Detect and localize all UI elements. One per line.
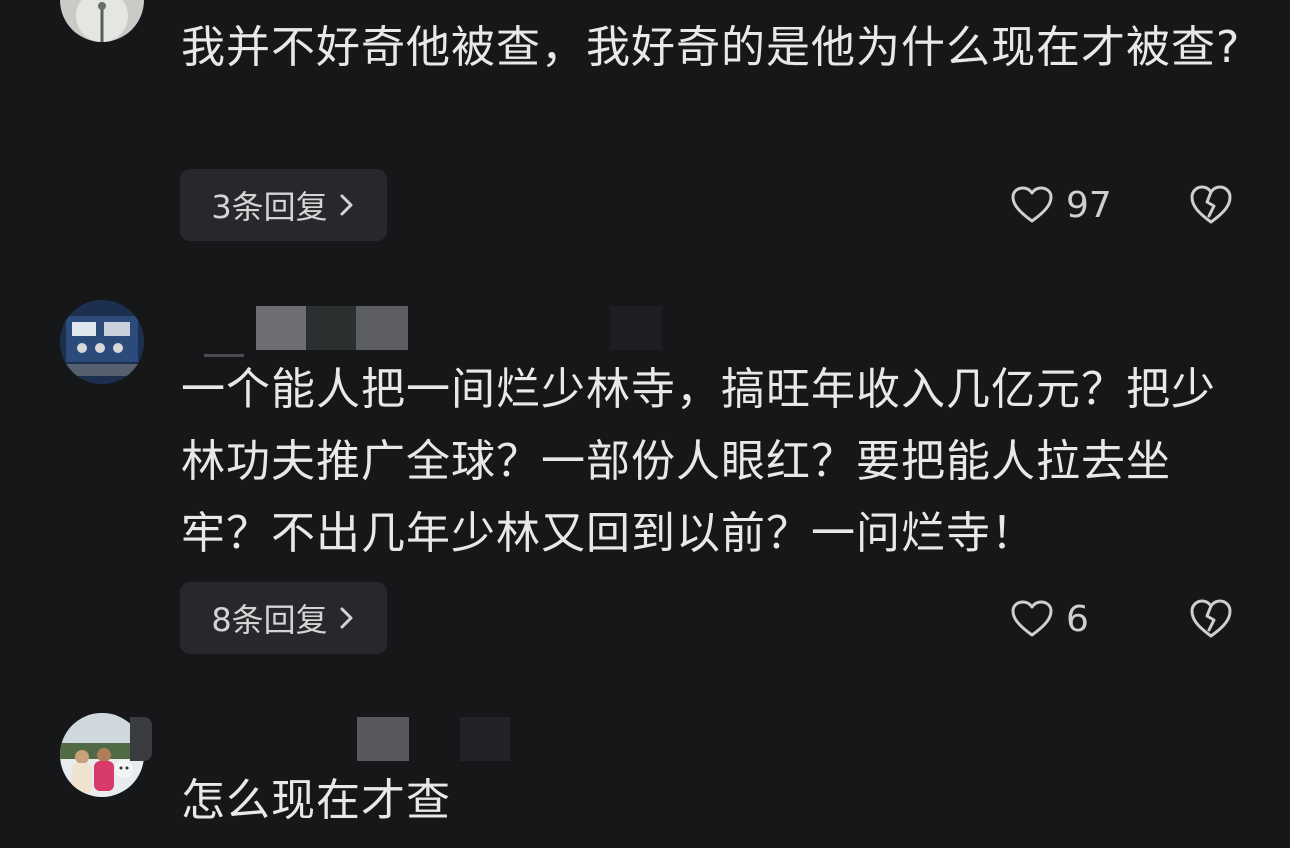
user-avatar[interactable] [60, 300, 144, 384]
username-censor-block [256, 306, 306, 350]
comment-list: 我并不好奇他被查，我好奇的是他为什么现在才被查? 3条回复 97 一个能人把一间… [0, 0, 1290, 848]
username-censor-block [306, 306, 356, 350]
broken-heart-icon[interactable] [1188, 182, 1234, 228]
heart-outline-icon [1011, 186, 1053, 223]
view-replies-button[interactable]: 3条回复 [180, 169, 387, 241]
username-censor-block [356, 306, 408, 350]
reply-count-label: 3条回复 [211, 188, 328, 226]
username-censor-block [610, 306, 662, 350]
comment-text: 一个能人把一间烂少林寺，搞旺年收入几亿元？把少林功夫推广全球？一部份人眼红？要把… [181, 364, 1216, 559]
comment-item: 一个能人把一间烂少林寺，搞旺年收入几亿元？把少林功夫推广全球？一部份人眼红？要把… [0, 300, 1290, 680]
view-replies-button[interactable]: 8条回复 [180, 582, 387, 654]
comment-text: 我并不好奇他被查，我好奇的是他为什么现在才被查? [181, 22, 1241, 73]
like-button[interactable]: 6 [1010, 594, 1089, 644]
comment-text: 怎么现在才查 [181, 775, 451, 826]
comment-item: 怎么现在才查 [0, 713, 1290, 848]
chevron-right-icon [340, 607, 353, 629]
user-avatar[interactable] [60, 0, 144, 42]
reply-count-label: 8条回复 [211, 601, 328, 639]
username-censor-block [357, 717, 409, 761]
machine-avatar-icon [60, 300, 144, 384]
like-count: 6 [1066, 598, 1089, 640]
dandelion-avatar-icon [60, 0, 144, 42]
like-button[interactable]: 97 [1010, 180, 1112, 230]
heart-outline-icon [1011, 600, 1053, 637]
comment-item: 我并不好奇他被查，我好奇的是他为什么现在才被查? 3条回复 97 [0, 0, 1290, 260]
username-censor-block [460, 717, 510, 761]
username-censor-block [130, 717, 152, 761]
like-count: 97 [1066, 184, 1112, 226]
broken-heart-icon[interactable] [1188, 596, 1234, 642]
chevron-right-icon [340, 194, 353, 216]
